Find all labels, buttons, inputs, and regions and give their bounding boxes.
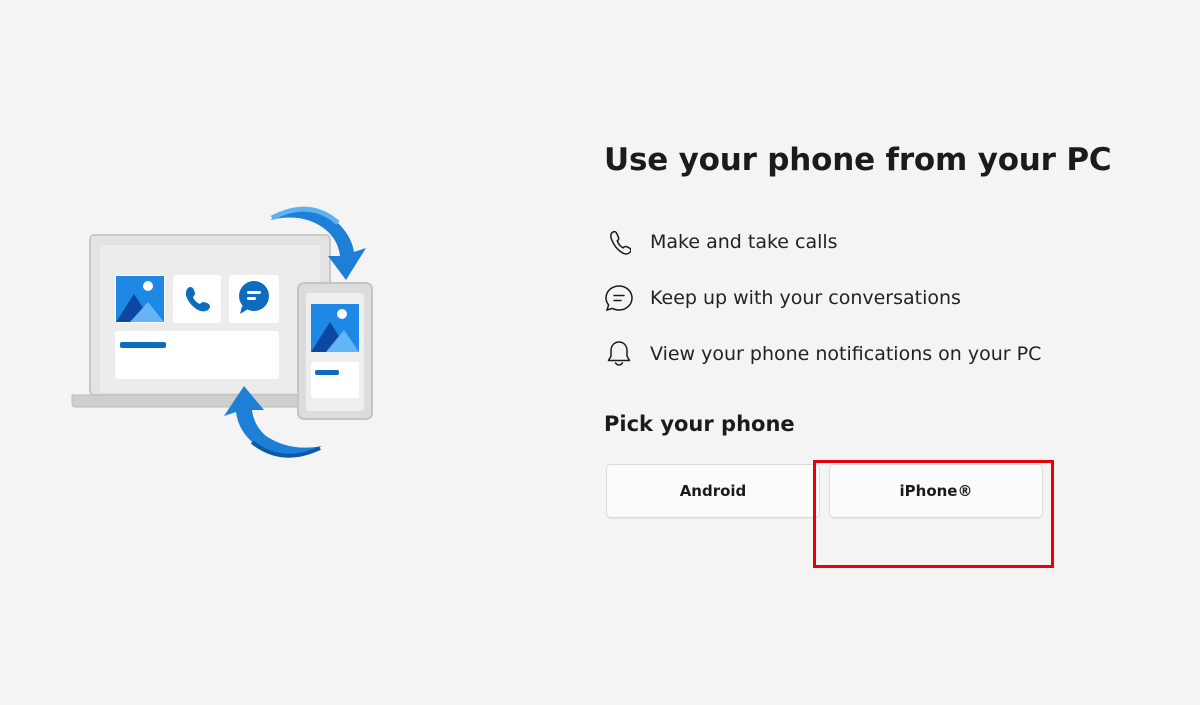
bell-icon — [604, 339, 634, 369]
feature-label-conversations: Keep up with your conversations — [650, 287, 961, 309]
setup-content: Use your phone from your PC Make and tak… — [604, 140, 1164, 520]
android-button[interactable]: Android — [606, 464, 820, 518]
phone-link-setup-page: Use your phone from your PC Make and tak… — [0, 0, 1200, 705]
feature-item-calls: Make and take calls — [604, 228, 1164, 256]
phone-call-icon — [604, 227, 634, 257]
iphone-button[interactable]: iPhone® — [829, 464, 1043, 518]
page-title: Use your phone from your PC — [604, 142, 1112, 178]
feature-item-conversations: Keep up with your conversations — [604, 284, 1164, 312]
pick-phone-heading: Pick your phone — [604, 412, 795, 436]
feature-label-notifications: View your phone notifications on your PC — [650, 343, 1042, 365]
chat-bubble-icon — [604, 283, 634, 313]
phone-choice-group: Android iPhone® — [604, 464, 1064, 520]
feature-list: Make and take calls Keep up with your co… — [604, 228, 1164, 368]
phone-pc-illustration — [60, 190, 390, 470]
feature-label-calls: Make and take calls — [650, 231, 838, 253]
feature-item-notifications: View your phone notifications on your PC — [604, 340, 1164, 368]
